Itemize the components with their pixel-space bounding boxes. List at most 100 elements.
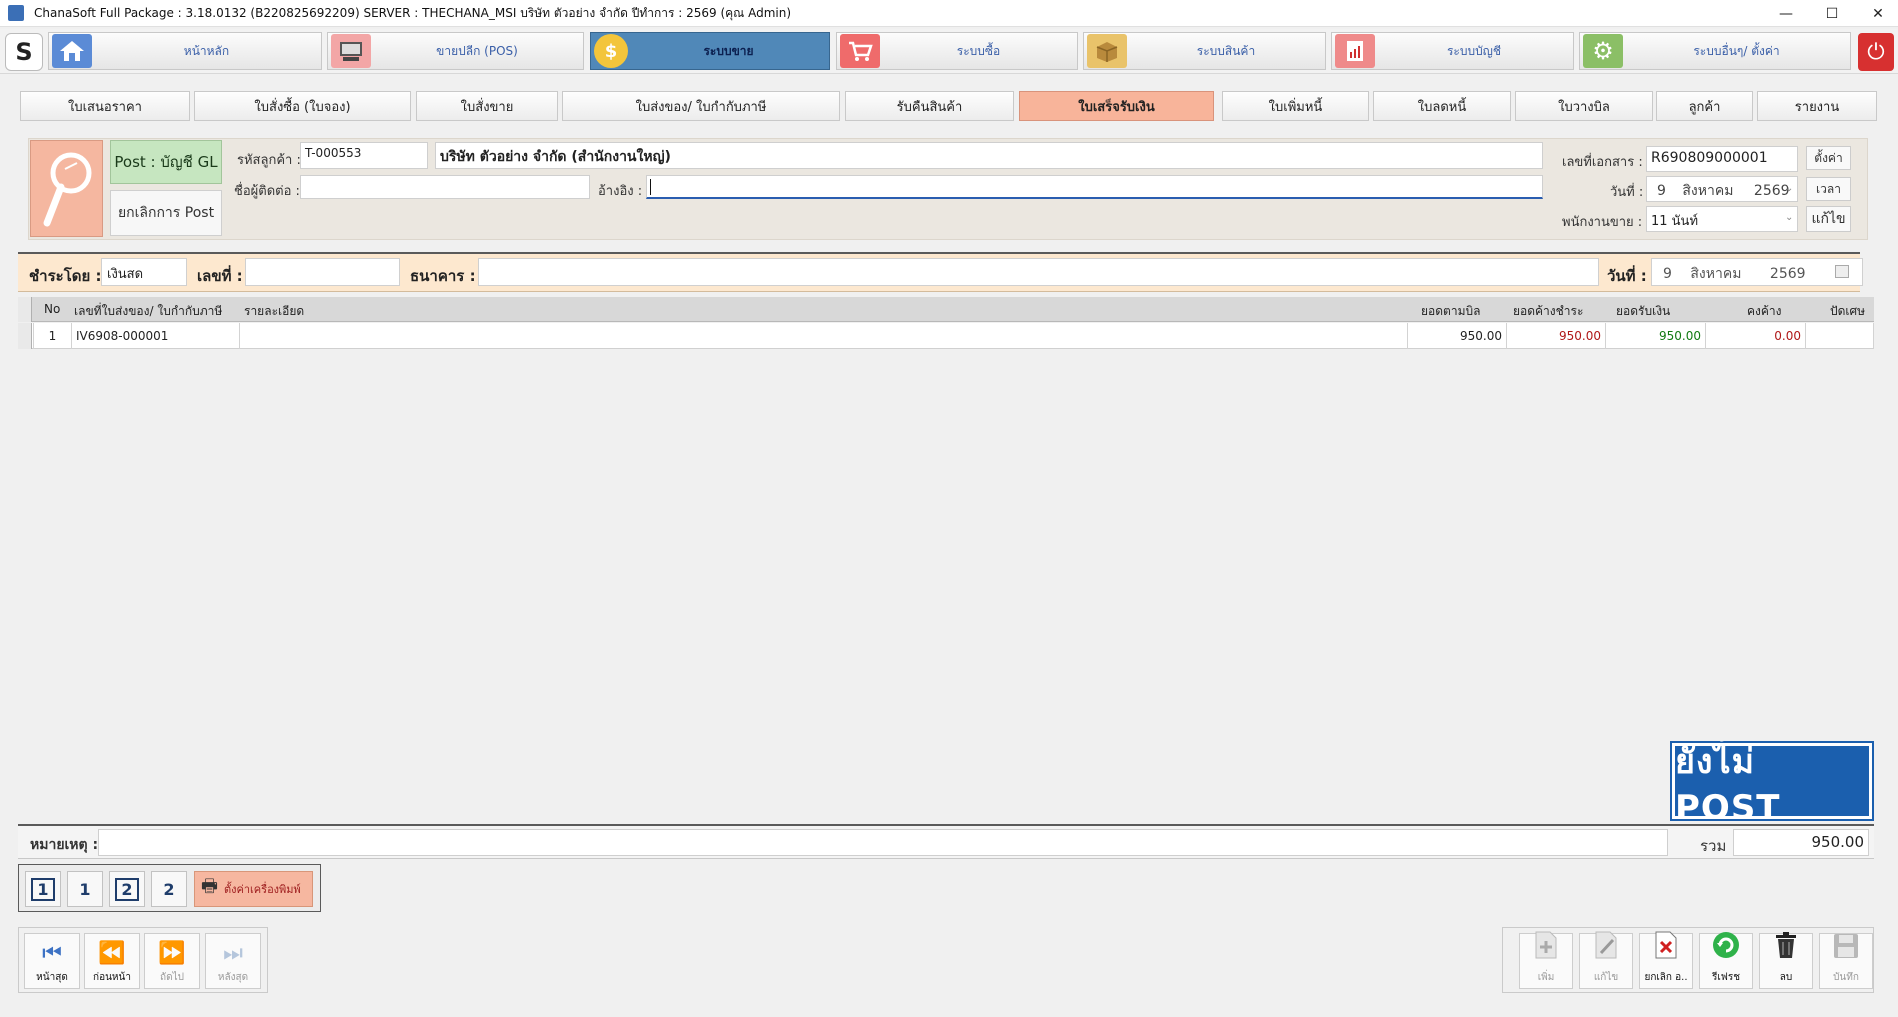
printer-settings-label: ตั้งค่าเครื่องพิมพ์ <box>224 883 301 896</box>
cell-invoice[interactable]: IV6908-000001 <box>71 323 239 349</box>
add-button[interactable]: เพิ่ม <box>1519 931 1573 989</box>
delete-button[interactable]: ลบ <box>1759 932 1813 989</box>
home-icon <box>52 34 92 68</box>
cell-rounding[interactable] <box>1805 323 1874 349</box>
customer-name-field[interactable]: บริษัท ตัวอย่าง จำกัด (สำนักงานใหญ่) <box>435 142 1543 169</box>
search-icon[interactable] <box>30 140 103 237</box>
edit-salesperson-button[interactable]: แก้ไข <box>1806 206 1851 232</box>
edit-label: แก้ไข <box>1593 972 1619 983</box>
pay-by-field[interactable]: เงินสด <box>101 258 187 286</box>
module-purchase[interactable]: ระบบซื้อ <box>836 32 1078 70</box>
action-bar: เพิ่ม แก้ไข ยกเลิก อ.. รีเฟรช ลบ บันทึก <box>1502 927 1874 993</box>
row-selector-header <box>18 297 32 322</box>
printer-gear-icon: 🖶 <box>201 876 218 897</box>
power-icon[interactable]: ⏻ <box>1858 33 1894 71</box>
doc-no-field[interactable]: R690809000001 <box>1646 146 1798 172</box>
tab-return[interactable]: รับคืนสินค้า <box>845 91 1014 121</box>
chanasoft-logo-icon[interactable]: S <box>5 33 43 71</box>
settings-button[interactable]: ตั้งค่า <box>1806 146 1851 170</box>
next-label: ถัดไป <box>160 972 184 983</box>
next-icon: ⏩ <box>158 941 186 966</box>
chevron-down-icon[interactable]: ⌄ <box>1785 183 1793 194</box>
reference-field[interactable] <box>646 175 1543 199</box>
pay-date-month: สิงหาคม <box>1690 266 1742 282</box>
module-label: ระบบสินค้า <box>1196 43 1256 58</box>
module-settings[interactable]: ⚙ ระบบอื่นๆ/ ตั้งค่า <box>1579 32 1851 70</box>
previous-record-button[interactable]: ⏪ ก่อนหน้า <box>84 933 140 989</box>
pay-date-field[interactable]: 9 สิงหาคม 2569 <box>1651 258 1863 286</box>
tab-receipt[interactable]: ใบเสร็จรับเงิน <box>1019 91 1214 121</box>
cell-remaining: 0.00 <box>1705 323 1805 349</box>
delete-label: ลบ <box>1779 972 1793 983</box>
save-button[interactable]: บันทึก <box>1819 933 1873 989</box>
cancel-document-button[interactable]: ยกเลิก อ.. <box>1639 930 1693 989</box>
edit-button[interactable]: แก้ไข <box>1579 930 1633 989</box>
time-button[interactable]: เวลา <box>1806 177 1851 201</box>
tab-customer[interactable]: ลูกค้า <box>1656 91 1753 121</box>
reference-label: อ้างอิง : <box>598 184 643 199</box>
first-label: หน้าสุด <box>36 972 68 983</box>
refresh-icon <box>1711 930 1741 966</box>
refresh-button[interactable]: รีเฟรช <box>1699 930 1753 989</box>
print-icon[interactable]: 1 <box>25 871 61 907</box>
next-record-button[interactable]: ⏩ ถัดไป <box>144 933 200 989</box>
tab-purchase-order[interactable]: ใบสั่งซื้อ (ใบจอง) <box>194 91 411 121</box>
tab-quotation[interactable]: ใบเสนอราคา <box>20 91 190 121</box>
edit-document-icon <box>1593 930 1619 966</box>
report-icon <box>1335 34 1375 68</box>
close-button[interactable]: ✕ <box>1850 0 1898 27</box>
bank-field[interactable] <box>478 258 1599 286</box>
total-label: รวม <box>1700 837 1727 855</box>
module-inventory[interactable]: ระบบสินค้า <box>1083 32 1326 70</box>
not-posted-badge: ยังไม่ POST <box>1671 742 1873 828</box>
window-title: ChanaSoft Full Package : 3.18.0132 (B220… <box>34 5 792 20</box>
tab-report[interactable]: รายงาน <box>1757 91 1877 121</box>
print-icon[interactable]: 2 <box>109 871 145 907</box>
save-icon <box>1832 932 1860 966</box>
col-no: No <box>44 302 61 316</box>
module-pos[interactable]: ขายปลีก (POS) <box>327 32 584 70</box>
last-icon: ⏭ <box>223 941 243 966</box>
tab-billing[interactable]: ใบวางบิล <box>1515 91 1653 121</box>
module-accounting[interactable]: ระบบบัญชี <box>1331 32 1574 70</box>
customer-code-field[interactable]: T-000553 <box>300 142 428 169</box>
print-preview-icon[interactable]: 1 <box>67 871 103 907</box>
cancel-document-icon <box>1653 930 1679 966</box>
first-record-button[interactable]: ⏮ หน้าสุด <box>24 933 80 989</box>
module-home[interactable]: หน้าหลัก <box>48 32 322 70</box>
remark-label: หมายเหตุ : <box>30 837 99 853</box>
table-row[interactable]: 1 IV6908-000001 950.00 950.00 950.00 0.0… <box>18 323 1874 349</box>
cell-bill-amount: 950.00 <box>1407 323 1506 349</box>
total-field: 950.00 <box>1733 829 1869 856</box>
tab-debit-note[interactable]: ใบเพิ่มหนี้ <box>1222 91 1369 121</box>
tab-sales-order[interactable]: ใบสั่งขาย <box>416 91 558 121</box>
last-record-button[interactable]: ⏭ หลังสุด <box>205 933 261 989</box>
col-detail: รายละเอียด <box>244 304 305 318</box>
grid-header: No เลขที่ใบส่งของ/ ใบกำกับภาษี รายละเอีย… <box>18 297 1874 322</box>
module-sales[interactable]: $ ระบบขาย <box>590 32 830 70</box>
save-label: บันทึก <box>1833 972 1859 983</box>
tab-delivery-invoice[interactable]: ใบส่งของ/ ใบกำกับภาษี <box>562 91 840 121</box>
remark-field[interactable] <box>98 829 1668 856</box>
date-field[interactable]: 9 สิงหาคม 2569 <box>1646 176 1798 202</box>
cell-detail[interactable] <box>239 323 1407 349</box>
cancel-post-button[interactable]: ยกเลิกการ Post <box>110 190 222 236</box>
module-label: ระบบบัญชี <box>1446 43 1502 58</box>
chevron-down-icon[interactable]: ⌄ <box>1785 212 1793 223</box>
cell-received[interactable]: 950.00 <box>1605 323 1705 349</box>
customer-code-label: รหัสลูกค้า : <box>237 153 301 168</box>
box-icon <box>1087 34 1127 68</box>
print-preview-icon[interactable]: 2 <box>151 871 187 907</box>
contact-field[interactable] <box>300 175 590 199</box>
record-navigation-bar: ⏮ หน้าสุด ⏪ ก่อนหน้า ⏩ ถัดไป ⏭ หลังสุด <box>18 927 268 993</box>
cancel-document-label: ยกเลิก อ.. <box>1644 972 1688 983</box>
calendar-icon[interactable] <box>1835 265 1849 278</box>
tab-credit-note[interactable]: ใบลดหนี้ <box>1373 91 1511 121</box>
cell-no: 1 <box>33 323 71 349</box>
salesperson-select[interactable]: 11 นันท์ <box>1646 206 1798 232</box>
pay-number-field[interactable] <box>245 258 400 286</box>
printer-settings-button[interactable]: 🖶 ตั้งค่าเครื่องพิมพ์ <box>194 871 313 907</box>
post-gl-button[interactable]: Post : บัญชี GL <box>110 140 222 184</box>
row-selector[interactable] <box>18 323 32 349</box>
module-label: หน้าหลัก <box>183 43 230 58</box>
